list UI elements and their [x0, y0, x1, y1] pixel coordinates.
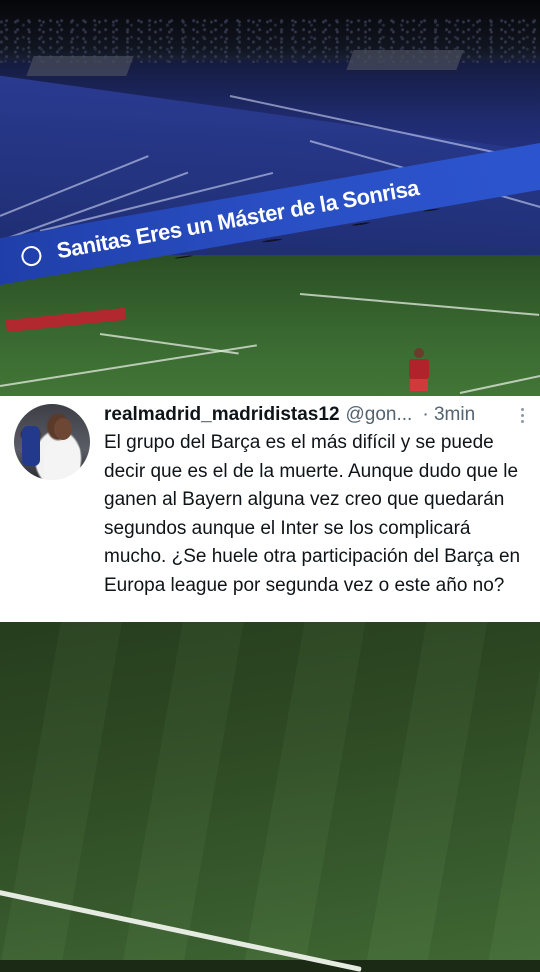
avatar[interactable] [14, 404, 90, 480]
player-figure [408, 348, 430, 394]
avatar-head [54, 418, 72, 440]
tweet-card[interactable]: realmadrid_madridistas12 @gon... · 3min … [0, 396, 540, 622]
tweet-text: El grupo del Barça es el más difícil y s… [104, 432, 521, 596]
avatar-shirt [44, 442, 80, 480]
stadium-structure [26, 56, 134, 76]
stadium-background-top: Sanitas Eres un Máster de la Sonrisa [0, 0, 540, 396]
sanitas-logo-icon [19, 244, 44, 268]
more-options-icon[interactable] [516, 404, 528, 426]
timestamp[interactable]: · 3min [422, 404, 475, 426]
stadium-structure [346, 50, 464, 70]
avatar-secondary-person [22, 426, 40, 466]
user-handle[interactable]: @gon... [346, 404, 413, 426]
pitch-top [0, 255, 540, 396]
display-name[interactable]: realmadrid_madridistas12 [104, 404, 340, 426]
tweet-header: realmadrid_madridistas12 @gon... · 3min [104, 402, 528, 428]
